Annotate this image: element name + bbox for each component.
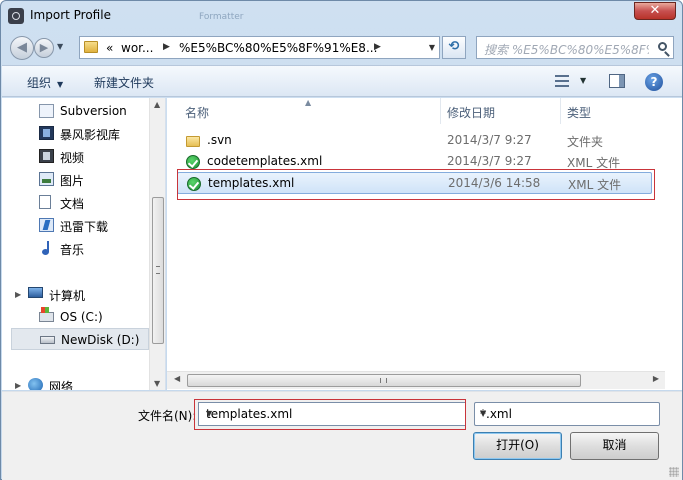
- filename-label: 文件名(N):: [138, 409, 197, 423]
- file-date: 2014/3/7 9:27: [447, 133, 532, 147]
- organize-button[interactable]: 组织 ▼: [27, 74, 63, 91]
- app-icon: [8, 8, 24, 24]
- view-options-chevron-icon[interactable]: ▼: [580, 76, 586, 85]
- breadcrumb-separator-icon[interactable]: ▶: [374, 42, 381, 52]
- scroll-up-arrow-icon[interactable]: ▲: [154, 100, 160, 109]
- help-icon[interactable]: ?: [645, 73, 663, 91]
- music-icon: [39, 241, 54, 255]
- resize-grip-icon[interactable]: [669, 467, 679, 477]
- file-name: codetemplates.xml: [207, 154, 323, 168]
- address-bar[interactable]: « wor... ▶ %E5%BC%80%E5%8F%91%E8... ▶ ▼: [79, 36, 440, 59]
- documents-icon: [39, 195, 51, 209]
- nav-item-pictures[interactable]: 图片: [37, 168, 162, 190]
- search-box[interactable]: 搜索 %E5%BC%80%E5%8F%91%E8...: [476, 36, 674, 59]
- pictures-icon: [39, 172, 54, 186]
- organize-label: 组织: [27, 76, 52, 90]
- cancel-button[interactable]: 取消: [570, 432, 659, 460]
- column-header-type[interactable]: 类型: [561, 98, 661, 124]
- expand-arrow-icon[interactable]: ▶: [15, 381, 21, 390]
- nav-item-thunder-downloads[interactable]: 迅雷下载: [37, 214, 162, 236]
- xml-file-icon: [186, 155, 200, 169]
- horizontal-scrollbar[interactable]: ◀ ▶: [167, 371, 665, 389]
- nav-item-video-library[interactable]: 暴风影视库: [37, 122, 162, 144]
- navigation-scrollbar[interactable]: ▲ ▼: [149, 98, 165, 390]
- nav-item-label: 迅雷下载: [60, 220, 109, 234]
- nav-item-label: 计算机: [49, 289, 86, 303]
- nav-item-label: OS (C:): [60, 310, 103, 324]
- close-button[interactable]: ✕: [634, 2, 676, 20]
- video-icon: [39, 149, 54, 163]
- title-bar: Import Profile Formatter ✕: [1, 1, 682, 31]
- breadcrumb-separator-icon[interactable]: ▶: [163, 42, 170, 52]
- search-input[interactable]: 搜索 %E5%BC%80%E5%8F%91%E8...: [484, 41, 649, 58]
- address-dropdown-icon[interactable]: ▼: [429, 43, 435, 52]
- nav-item-computer[interactable]: 计算机: [26, 283, 151, 305]
- open-button[interactable]: 打开(O): [473, 432, 562, 460]
- computer-icon: [28, 287, 43, 298]
- file-name: .svn: [207, 133, 232, 147]
- network-icon: [28, 378, 43, 390]
- new-folder-button[interactable]: 新建文件夹: [94, 74, 154, 91]
- background-window-title: Formatter: [199, 12, 244, 22]
- change-view-icon[interactable]: [555, 75, 569, 87]
- window-title: Import Profile: [30, 8, 111, 22]
- nav-item-label: 图片: [60, 174, 85, 188]
- column-header-date[interactable]: 修改日期: [441, 98, 561, 124]
- video-library-icon: [39, 126, 54, 140]
- highlight-box-filename: [194, 399, 466, 430]
- scroll-down-arrow-icon[interactable]: ▼: [154, 379, 160, 388]
- refresh-button[interactable]: ⟲: [442, 36, 466, 59]
- expand-arrow-icon[interactable]: ▶: [15, 290, 21, 299]
- nav-item-label: 网络: [49, 380, 74, 390]
- nav-item-label: 文档: [60, 197, 85, 211]
- highlight-box-selected-file: [177, 169, 655, 200]
- folder-icon: [84, 41, 98, 53]
- import-profile-dialog: Import Profile Formatter ✕ ◀ ▶ ▼ « wor..…: [0, 0, 683, 480]
- nav-item-label: 音乐: [60, 243, 85, 257]
- disk-drive-icon: [40, 336, 55, 344]
- file-type-select[interactable]: *.xml ▼: [474, 402, 660, 426]
- scrollbar-thumb[interactable]: [152, 197, 164, 344]
- nav-item-network[interactable]: 网络: [26, 374, 151, 390]
- file-date: 2014/3/7 9:27: [447, 154, 532, 168]
- file-list: 名称 ▲ 修改日期 类型 .svn 2014/3/7 9:27 文件夹 code…: [167, 98, 682, 390]
- breadcrumb-workspace[interactable]: wor...: [121, 41, 153, 55]
- nav-item-documents[interactable]: 文档: [37, 191, 162, 213]
- scroll-right-arrow-icon[interactable]: ▶: [653, 374, 659, 383]
- preview-pane-icon[interactable]: [609, 74, 625, 88]
- scroll-left-arrow-icon[interactable]: ◀: [174, 374, 180, 383]
- address-row: ◀ ▶ ▼ « wor... ▶ %E5%BC%80%E5%8F%91%E8..…: [1, 33, 682, 61]
- recent-locations-chevron-icon[interactable]: ▼: [57, 42, 63, 51]
- nav-item-label: NewDisk (D:): [61, 333, 140, 347]
- navigation-pane: Subversion 暴风影视库 视频 图片 文档 迅雷下载 音乐 ▶ 计算机 …: [2, 98, 166, 390]
- folder-icon: [186, 136, 200, 147]
- command-toolbar: 组织 ▼ 新建文件夹 ▼ ?: [2, 65, 682, 97]
- file-row-svn[interactable]: .svn 2014/3/7 9:27 文件夹: [177, 130, 652, 152]
- sort-ascending-icon: ▲: [305, 98, 312, 107]
- os-drive-icon: [39, 307, 54, 322]
- nav-item-subversion[interactable]: Subversion: [37, 100, 162, 122]
- forward-button[interactable]: ▶: [34, 38, 54, 58]
- back-button[interactable]: ◀: [10, 36, 34, 60]
- nav-item-newdisk-drive[interactable]: NewDisk (D:): [11, 328, 149, 350]
- nav-item-label: 视频: [60, 151, 85, 165]
- subversion-icon: [39, 104, 54, 118]
- nav-item-label: Subversion: [60, 104, 127, 118]
- breadcrumb-current[interactable]: %E5%BC%80%E5%8F%91%E8...: [179, 41, 377, 55]
- chevron-down-icon[interactable]: ▼: [480, 409, 652, 418]
- breadcrumb-overflow[interactable]: «: [106, 41, 113, 55]
- chevron-down-icon: ▼: [57, 80, 64, 89]
- file-type: 文件夹: [567, 135, 604, 149]
- search-icon[interactable]: [658, 42, 667, 51]
- nav-item-os-drive[interactable]: OS (C:): [37, 306, 162, 328]
- scrollbar-thumb[interactable]: [187, 374, 581, 387]
- nav-item-label: 暴风影视库: [60, 128, 121, 142]
- thunder-download-icon: [39, 218, 54, 232]
- nav-item-music[interactable]: 音乐: [37, 237, 162, 259]
- nav-item-videos[interactable]: 视频: [37, 145, 162, 167]
